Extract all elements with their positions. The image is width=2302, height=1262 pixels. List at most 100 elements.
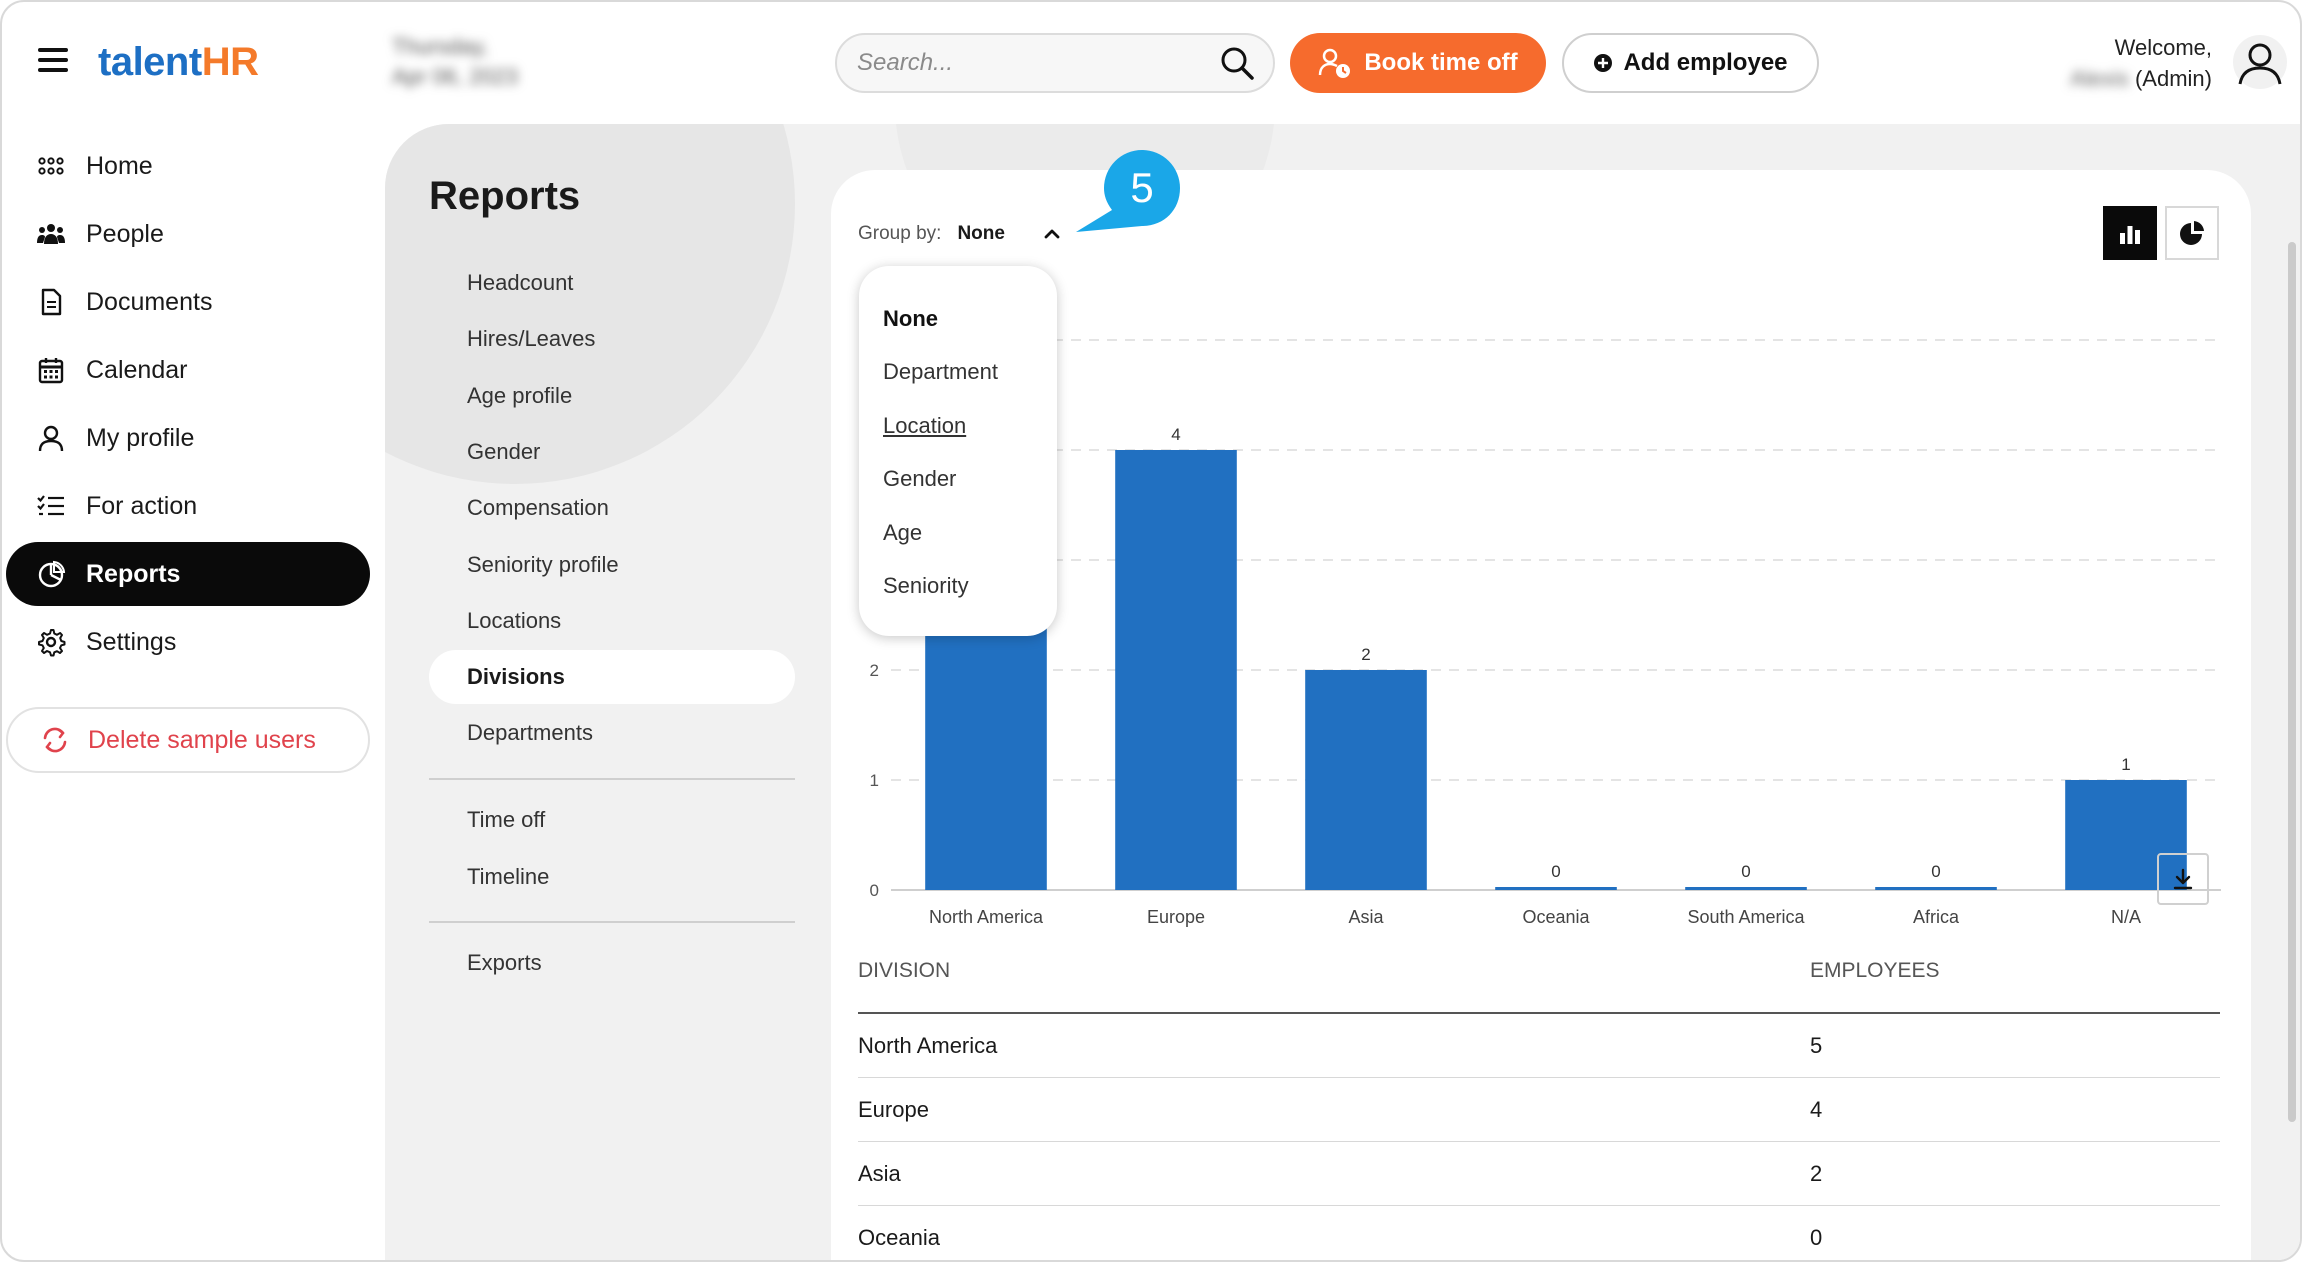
step-badge: 5 [1076, 150, 1180, 232]
pie-chart-icon [38, 560, 66, 588]
step-badge-shape [1076, 150, 1180, 232]
x-tick-label: North America [929, 907, 1044, 927]
dropdown-option-age[interactable]: Age [859, 506, 1057, 560]
report-item-hires-leaves[interactable]: Hires/Leaves [429, 312, 795, 366]
x-tick-label: South America [1687, 907, 1805, 927]
report-item-locations[interactable]: Locations [429, 594, 795, 648]
nav-label-calendar: Calendar [86, 355, 188, 384]
bar-chart-icon [2120, 226, 2140, 244]
checklist-icon [37, 495, 64, 516]
nav-item-reports[interactable]: Reports [6, 542, 370, 606]
user-name: Alexis [2070, 66, 2129, 91]
nav-item-settings[interactable]: Settings [6, 610, 370, 674]
group-by-select[interactable]: Group by: None [858, 223, 1063, 245]
nav-label-my-profile: My profile [86, 423, 195, 452]
nav-item-documents[interactable]: Documents [6, 270, 370, 334]
table-cell-division: North America [858, 1032, 998, 1058]
report-item-exports[interactable]: Exports [429, 936, 795, 990]
dropdown-option-department[interactable]: Department [859, 346, 1057, 400]
bar-chart-view-button[interactable] [2103, 206, 2157, 260]
report-item-compensation[interactable]: Compensation [429, 481, 795, 535]
dropdown-option-location[interactable]: Location [859, 399, 1057, 453]
dropdown-option-none[interactable]: None [859, 292, 1057, 346]
scrollbar[interactable] [2288, 242, 2296, 1122]
report-item-label: Exports [467, 950, 542, 975]
add-employee-button[interactable]: Add employee [1562, 33, 1819, 93]
report-item-age-profile[interactable]: Age profile [429, 369, 795, 423]
bar [1685, 887, 1807, 890]
logo-text-talent: talent [98, 40, 202, 84]
table-cell-employees: 4 [1810, 1096, 1823, 1122]
nav-item-my-profile[interactable]: My profile [6, 406, 370, 470]
refresh-arrows-icon [43, 727, 67, 753]
chevron-up-icon [1044, 229, 1060, 239]
plus-circle-icon [1594, 54, 1613, 72]
data-label: 0 [1741, 862, 1750, 881]
table-cell-division: Oceania [858, 1225, 940, 1250]
report-item-seniority-profile[interactable]: Seniority profile [429, 538, 795, 592]
report-item-divisions[interactable]: Divisions [429, 650, 795, 704]
add-employee-label: Add employee [1623, 49, 1788, 76]
table-row: Asia 2 [858, 1142, 2220, 1206]
nav-label-people: People [86, 219, 164, 248]
page-title: Reports [429, 174, 581, 218]
book-time-off-label: Book time off [1364, 49, 1518, 76]
x-tick-label: Europe [1147, 907, 1205, 927]
report-item-label: Divisions [467, 664, 565, 689]
dropdown-option-gender[interactable]: Gender [859, 453, 1057, 507]
y-tick-label: 0 [870, 881, 879, 900]
grid-icon [38, 157, 64, 175]
table-cell-employees: 0 [1810, 1225, 1823, 1250]
report-item-label: Timeline [467, 864, 550, 889]
current-date: Thursday, Apr 06, 2023 [392, 32, 518, 92]
menu-icon[interactable] [38, 48, 68, 72]
report-item-label: Seniority profile [467, 552, 619, 577]
report-item-label: Locations [467, 608, 562, 633]
report-item-label: Time off [467, 807, 546, 832]
step-number: 5 [1130, 164, 1153, 211]
group-by-value: None [957, 223, 1005, 244]
delete-sample-users-button[interactable]: Delete sample users [6, 707, 370, 773]
group-by-label: Group by: [858, 223, 942, 244]
data-label: 0 [1551, 862, 1560, 881]
search-icon[interactable] [1219, 45, 1255, 81]
app-window: talentHR Thursday, Apr 06, 2023 Book tim… [0, 0, 2302, 1262]
table-row: Oceania 0 [858, 1206, 2220, 1260]
dropdown-option-seniority[interactable]: Seniority [859, 560, 1057, 614]
table-row: North America 5 [858, 1014, 2220, 1078]
x-tick-label: N/A [2111, 907, 2141, 927]
book-time-off-button[interactable]: Book time off [1290, 33, 1546, 93]
x-tick-label: Africa [1913, 907, 1960, 927]
report-item-timeline[interactable]: Timeline [429, 850, 795, 904]
report-item-headcount[interactable]: Headcount [429, 256, 795, 310]
user-role: (Admin) [2134, 66, 2212, 91]
bar [1115, 450, 1237, 890]
report-item-departments[interactable]: Departments [429, 706, 795, 760]
column-header-division[interactable]: DIVISION [858, 959, 1810, 983]
divider [429, 778, 795, 780]
nav-label-settings: Settings [86, 627, 177, 656]
report-item-label: Age profile [467, 383, 573, 408]
nav-item-calendar[interactable]: Calendar [6, 338, 370, 402]
pie-chart-view-button[interactable] [2165, 206, 2219, 260]
nav-item-people[interactable]: People [6, 202, 370, 266]
report-item-label: Gender [467, 439, 541, 464]
column-header-employees[interactable]: EMPLOYEES [1810, 959, 2220, 983]
delete-sample-users-label: Delete sample users [88, 725, 316, 754]
document-icon [41, 288, 62, 316]
report-item-label: Hires/Leaves [467, 326, 596, 351]
report-item-time-off[interactable]: Time off [429, 793, 795, 847]
report-item-gender[interactable]: Gender [429, 425, 795, 479]
data-label: 1 [2121, 755, 2130, 774]
divider [429, 921, 795, 923]
app-logo[interactable]: talentHR [98, 40, 259, 85]
logo-text-hr: HR [201, 40, 259, 84]
search-input[interactable] [857, 49, 1219, 77]
avatar-icon[interactable] [2232, 34, 2288, 90]
nav-item-home[interactable]: Home [6, 134, 370, 198]
download-button[interactable] [2157, 853, 2209, 905]
y-tick-label: 2 [870, 661, 879, 680]
nav-item-for-action[interactable]: For action [6, 474, 370, 538]
bar [1495, 887, 1617, 890]
date-day: Apr 06, 2023 [392, 64, 518, 89]
